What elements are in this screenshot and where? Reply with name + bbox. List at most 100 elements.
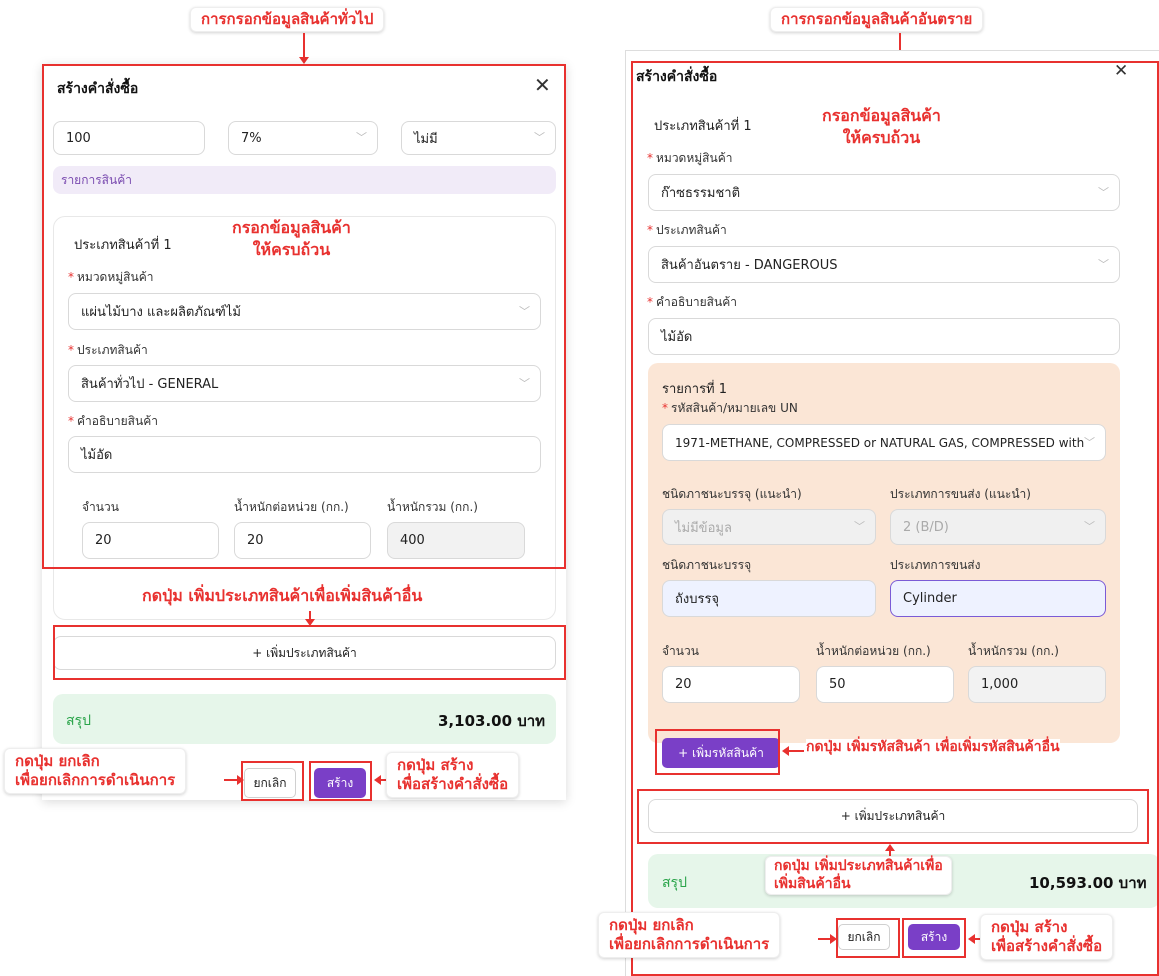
chevron-down-icon: ﹀ bbox=[519, 376, 530, 390]
add-type-note-line: กดปุ่ม เพิ่มประเภทสินค้าเพื่อ bbox=[774, 858, 943, 874]
total-weight-field: 400 bbox=[387, 522, 525, 559]
add-product-type-button[interactable]: + เพิ่มประเภทสินค้า bbox=[648, 799, 1138, 833]
total-weight-field: 1,000 bbox=[968, 666, 1106, 703]
qty-label: จำนวน bbox=[82, 500, 119, 514]
category-label: * หมวดหมู่สินค้า bbox=[68, 270, 154, 284]
annotation-arrow bbox=[305, 619, 315, 626]
chevron-down-icon: ﹀ bbox=[534, 131, 545, 145]
create-note-line: เพื่อสร้างคำสั่งซื้อ bbox=[991, 936, 1103, 955]
category-select[interactable]: ก๊าซธรรมชาติ ﹀ bbox=[648, 174, 1120, 211]
desc-label: * คำอธิบายสินค้า bbox=[68, 414, 158, 428]
create-note-line: กดปุ่ม สร้าง bbox=[397, 756, 474, 774]
add-type-note: กดปุ่ม เพิ่มประเภทสินค้าเพื่อ เพิ่มสินค้… bbox=[765, 856, 952, 895]
vat-select[interactable]: 7% ﹀ bbox=[228, 121, 378, 155]
add-product-type-button[interactable]: + เพิ่มประเภทสินค้า bbox=[53, 636, 556, 670]
category-select[interactable]: แผ่นไม้บาง และผลิตภัณฑ์ไม้ ﹀ bbox=[68, 293, 541, 330]
item-title: รายการที่ 1 bbox=[662, 382, 728, 397]
total-weight-label: น้ำหนักรวม (กก.) bbox=[387, 500, 478, 514]
close-icon[interactable]: ✕ bbox=[1114, 63, 1128, 80]
qty-input[interactable]: 20 bbox=[662, 666, 800, 703]
add-product-code-button[interactable]: + เพิ่มรหัสสินค้า bbox=[662, 738, 780, 768]
fill-note-line: ให้ครบถ้วน bbox=[252, 240, 331, 259]
summary-value: 10,593.00 บาท bbox=[1029, 874, 1147, 892]
modal-title: สร้างคำสั่งซื้อ bbox=[57, 81, 139, 97]
type-select[interactable]: สินค้าทั่วไป - GENERAL ﹀ bbox=[68, 365, 541, 402]
add-type-note-line: เพิ่มสินค้าอื่น bbox=[774, 875, 851, 892]
chevron-down-icon: ﹀ bbox=[1098, 185, 1109, 199]
cancel-button[interactable]: ยกเลิก bbox=[244, 768, 296, 798]
un-label: * รหัสสินค้า/หมายเลข UN bbox=[662, 401, 798, 415]
right-heading: การกรอกข้อมูลสินค้าอันตราย bbox=[770, 7, 984, 32]
create-note: กดปุ่ม สร้าง เพื่อสร้างคำสั่งซื้อ bbox=[980, 914, 1114, 960]
section-title: ประเภทสินค้าที่ 1 bbox=[74, 238, 172, 253]
desc-input[interactable]: ไม้อัด bbox=[648, 318, 1120, 355]
pkg-suggest-label: ชนิดภาชนะบรรจุ (แนะนำ) bbox=[662, 487, 802, 501]
chevron-down-icon: ﹀ bbox=[1084, 520, 1095, 534]
cancel-note-line: เพื่อยกเลิกการดำเนินการ bbox=[15, 770, 176, 789]
create-button[interactable]: สร้าง bbox=[314, 768, 366, 798]
type-select[interactable]: สินค้าอันตราย - DANGEROUS ﹀ bbox=[648, 246, 1120, 283]
cancel-note-line: กดปุ่ม ยกเลิก bbox=[609, 916, 694, 934]
un-select[interactable]: 1971-METHANE, COMPRESSED or NATURAL GAS,… bbox=[662, 424, 1106, 461]
close-icon[interactable]: ✕ bbox=[534, 75, 551, 95]
cancel-note-line: กดปุ่ม ยกเลิก bbox=[15, 752, 100, 770]
chevron-down-icon: ﹀ bbox=[854, 520, 865, 534]
create-note-line: กดปุ่ม สร้าง bbox=[991, 918, 1068, 936]
cancel-note: กดปุ่ม ยกเลิก เพื่อยกเลิกการดำเนินการ bbox=[4, 748, 187, 794]
qty-label: จำนวน bbox=[662, 644, 699, 658]
annotation-arrow bbox=[299, 57, 309, 64]
summary-label: สรุป bbox=[66, 713, 91, 729]
transport-suggest-label: ประเภทการขนส่ง (แนะนำ) bbox=[890, 487, 1031, 501]
type-label: * ประเภทสินค้า bbox=[647, 223, 727, 237]
fill-note: กรอกข้อมูลสินค้า ให้ครบถ้วน bbox=[232, 218, 351, 260]
cancel-note-line: เพื่อยกเลิกการดำเนินการ bbox=[609, 934, 770, 953]
left-create-order-modal: สร้างคำสั่งซื้อ ✕ 100 7% ﹀ ไม่มี ﹀ รายการส… bbox=[42, 64, 566, 800]
cancel-note: กดปุ่ม ยกเลิก เพื่อยกเลิกการดำเนินการ bbox=[598, 912, 781, 958]
fill-note: กรอกข้อมูลสินค้า ให้ครบถ้วน bbox=[822, 106, 941, 148]
unit-weight-input[interactable]: 20 bbox=[234, 522, 371, 559]
transport-suggest-select: 2 (B/D) ﹀ bbox=[890, 509, 1106, 545]
discount-select[interactable]: ไม่มี ﹀ bbox=[401, 121, 556, 155]
unit-weight-label: น้ำหนักต่อหน่วย (กก.) bbox=[816, 644, 931, 658]
qty-input[interactable]: 20 bbox=[82, 522, 219, 559]
chevron-down-icon: ﹀ bbox=[1084, 435, 1095, 449]
annotation-arrow bbox=[830, 934, 837, 944]
create-note-line: เพื่อสร้างคำสั่งซื้อ bbox=[397, 774, 509, 793]
pkg-label: ชนิดภาชนะบรรจุ bbox=[662, 558, 752, 572]
summary-label: สรุป bbox=[662, 875, 687, 891]
pkg-suggest-select: ไม่มีข้อมูล ﹀ bbox=[662, 509, 876, 545]
fill-note-line: กรอกข้อมูลสินค้า bbox=[822, 106, 941, 125]
price-input[interactable]: 100 bbox=[53, 121, 205, 155]
create-button[interactable]: สร้าง bbox=[908, 924, 960, 950]
chevron-down-icon: ﹀ bbox=[356, 131, 367, 145]
annotation-arrow bbox=[237, 775, 244, 785]
desc-label: * คำอธิบายสินค้า bbox=[647, 295, 737, 309]
add-type-note: กดปุ่ม เพิ่มประเภทสินค้าเพื่อเพิ่มสินค้า… bbox=[138, 586, 427, 606]
add-code-note: กดปุ่ม เพิ่มรหัสสินค้า เพื่อเพิ่มรหัสสิน… bbox=[806, 739, 1060, 757]
chevron-down-icon: ﹀ bbox=[1098, 257, 1109, 271]
left-heading: การกรอกข้อมูลสินค้าทั่วไป bbox=[190, 7, 385, 32]
fill-note-line: กรอกข้อมูลสินค้า bbox=[232, 218, 351, 237]
section-title: ประเภทสินค้าที่ 1 bbox=[654, 119, 752, 134]
total-weight-label: น้ำหนักรวม (กก.) bbox=[968, 644, 1059, 658]
transport-input[interactable]: Cylinder bbox=[890, 580, 1106, 617]
pkg-input[interactable]: ถังบรรจุ bbox=[662, 580, 876, 617]
summary-value: 3,103.00 บาท bbox=[438, 712, 546, 730]
unit-weight-input[interactable]: 50 bbox=[816, 666, 954, 703]
right-create-order-modal: สร้างคำสั่งซื้อ ✕ ประเภทสินค้าที่ 1 * หมว… bbox=[625, 50, 1159, 976]
unit-weight-label: น้ำหนักต่อหน่วย (กก.) bbox=[234, 500, 349, 514]
type-label: * ประเภทสินค้า bbox=[68, 343, 148, 357]
annotation-line bbox=[818, 938, 830, 940]
fill-note-line: ให้ครบถ้วน bbox=[842, 128, 921, 147]
modal-title: สร้างคำสั่งซื้อ bbox=[636, 69, 718, 85]
chevron-down-icon: ﹀ bbox=[519, 304, 530, 318]
create-note: กดปุ่ม สร้าง เพื่อสร้างคำสั่งซื้อ bbox=[386, 752, 520, 798]
annotation-line bbox=[224, 779, 238, 781]
annotation-line bbox=[303, 33, 305, 58]
category-label: * หมวดหมู่สินค้า bbox=[647, 151, 733, 165]
cancel-button[interactable]: ยกเลิก bbox=[838, 924, 890, 950]
product-list-band: รายการสินค้า bbox=[53, 166, 556, 194]
transport-label: ประเภทการขนส่ง bbox=[890, 558, 981, 572]
annotation-line bbox=[788, 750, 804, 752]
desc-input[interactable]: ไม้อัด bbox=[68, 436, 541, 473]
